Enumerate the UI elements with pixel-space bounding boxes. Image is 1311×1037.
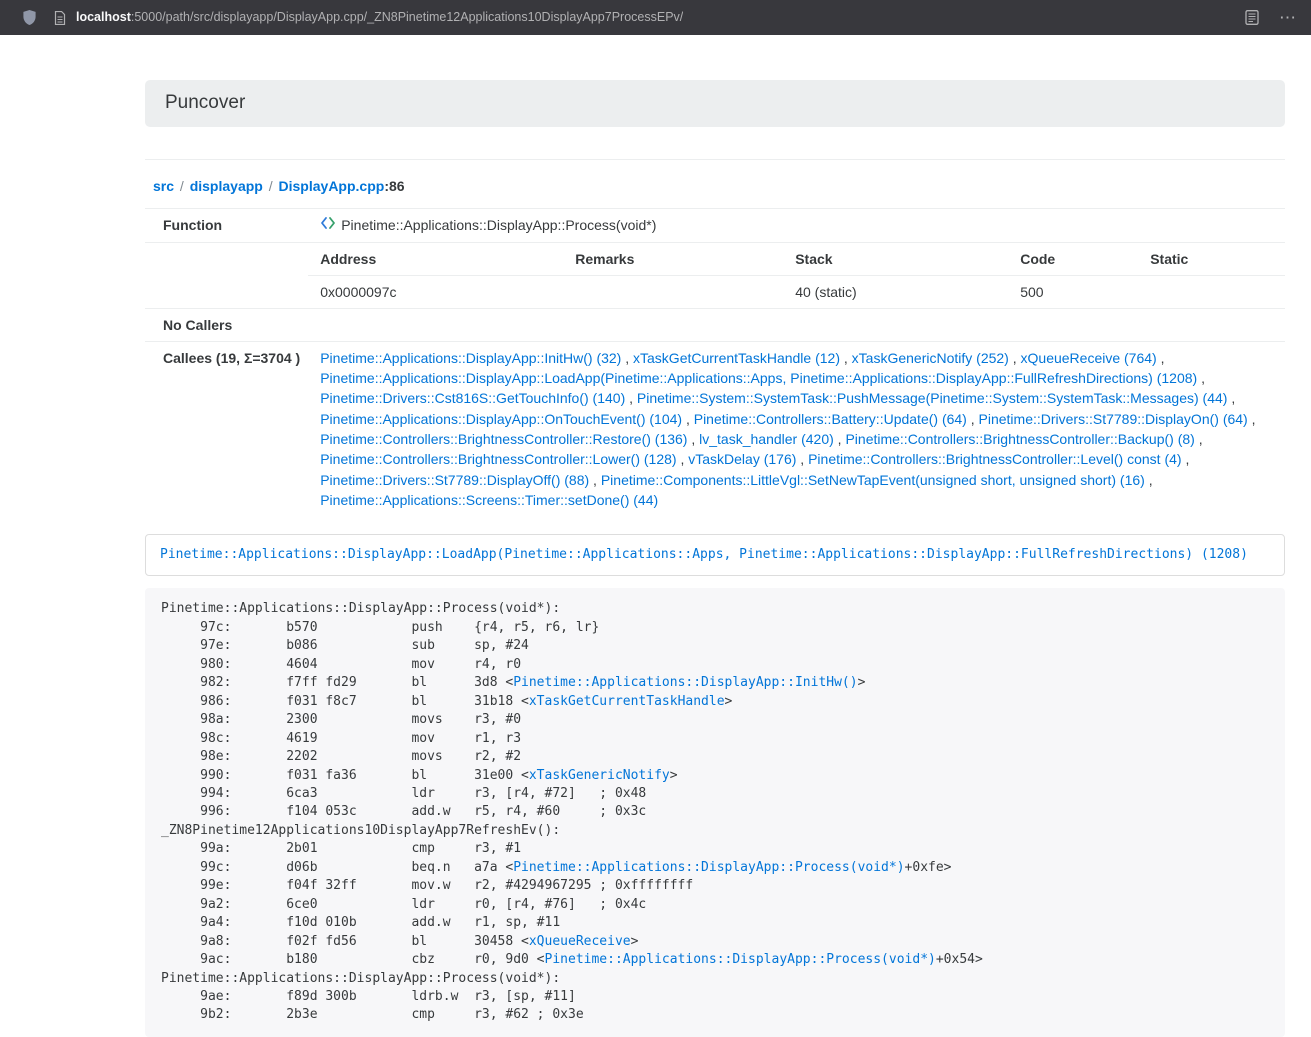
symbol-link[interactable]: xQueueReceive: [529, 934, 631, 949]
highlighted-symbol-panel: Pinetime::Applications::DisplayApp::Load…: [145, 534, 1285, 576]
breadcrumb-link[interactable]: src: [153, 178, 174, 194]
shield-icon[interactable]: [22, 9, 37, 26]
callee-link[interactable]: Pinetime::Controllers::BrightnessControl…: [320, 451, 676, 467]
callee-link[interactable]: Pinetime::Drivers::Cst816S::GetTouchInfo…: [320, 390, 625, 406]
callees-cell: Pinetime::Applications::DisplayApp::Init…: [308, 341, 1285, 516]
callee-separator: ,: [1009, 350, 1021, 366]
callee-link[interactable]: Pinetime::Components::LittleVgl::SetNewT…: [601, 472, 1145, 488]
callee-link[interactable]: vTaskDelay (176): [688, 451, 796, 467]
breadcrumb-link[interactable]: DisplayApp.cpp: [279, 178, 385, 194]
function-row: Function Pinetime::Applications::Display…: [145, 208, 1285, 242]
callee-link[interactable]: Pinetime::Controllers::BrightnessControl…: [808, 451, 1181, 467]
stats-value-row: 0x0000097c 40 (static)500: [308, 275, 1285, 308]
function-row-label: Function: [145, 208, 308, 242]
callee-link[interactable]: Pinetime::Controllers::Battery::Update()…: [694, 411, 967, 427]
callee-link[interactable]: Pinetime::System::SystemTask::PushMessag…: [637, 390, 1228, 406]
stats-cell: 500: [1008, 275, 1138, 308]
stats-column-header: Code: [1008, 243, 1138, 276]
breadcrumb-link[interactable]: displayapp: [190, 178, 263, 194]
callee-link[interactable]: Pinetime::Drivers::St7789::DisplayOn() (…: [979, 411, 1248, 427]
stats-cell: [563, 275, 783, 308]
breadcrumb-line-number: :86: [384, 178, 404, 194]
callee-separator: ,: [1227, 390, 1235, 406]
callee-link[interactable]: xTaskGenericNotify (252): [852, 350, 1009, 366]
callee-link[interactable]: Pinetime::Controllers::BrightnessControl…: [845, 431, 1194, 447]
browser-toolbar: localhost:5000/path/src/displayapp/Displ…: [0, 0, 1311, 35]
page-container: Puncover src / displayapp / DisplayApp.c…: [145, 80, 1285, 1037]
stats-table: AddressRemarksStackCodeStatic 0x0000097c…: [308, 243, 1285, 308]
symbol-link[interactable]: xTaskGetCurrentTaskHandle: [529, 694, 725, 709]
stats-cell: 0x0000097c: [308, 275, 563, 308]
callee-separator: ,: [1145, 472, 1153, 488]
symbol-link[interactable]: Pinetime::Applications::DisplayApp::Init…: [513, 675, 857, 690]
stats-row: AddressRemarksStackCodeStatic 0x0000097c…: [145, 242, 1285, 308]
callee-separator: ,: [625, 390, 637, 406]
callee-link[interactable]: Pinetime::Applications::DisplayApp::Load…: [320, 370, 1197, 386]
callee-link[interactable]: lv_task_handler (420): [699, 431, 834, 447]
no-callers-row: No Callers: [145, 308, 1285, 341]
stats-header-row: AddressRemarksStackCodeStatic: [308, 243, 1285, 276]
url-host: localhost: [76, 10, 131, 24]
function-table: Function Pinetime::Applications::Display…: [145, 208, 1285, 516]
callee-link[interactable]: Pinetime::Drivers::St7789::DisplayOff() …: [320, 472, 589, 488]
url-bar[interactable]: localhost:5000/path/src/displayapp/Displ…: [54, 9, 1225, 27]
callee-separator: ,: [840, 350, 852, 366]
stats-column-header: Stack: [783, 243, 1008, 276]
symbol-link[interactable]: Pinetime::Applications::DisplayApp::Proc…: [545, 952, 936, 967]
more-menu-icon[interactable]: ⋯: [1279, 9, 1297, 26]
reader-view-icon[interactable]: [1245, 10, 1259, 25]
page-title: Puncover: [165, 92, 1265, 115]
callees-row: Callees (19, Σ=3704 ) Pinetime::Applicat…: [145, 341, 1285, 516]
callee-separator: ,: [1248, 411, 1256, 427]
stats-column-header: Static: [1138, 243, 1285, 276]
url-text: localhost:5000/path/src/displayapp/Displ…: [76, 9, 683, 27]
brand-banner: Puncover: [145, 80, 1285, 127]
stats-column-header: Address: [308, 243, 563, 276]
symbol-link[interactable]: Pinetime::Applications::DisplayApp::Proc…: [513, 860, 904, 875]
callee-separator: ,: [1157, 350, 1165, 366]
callee-separator: ,: [796, 451, 808, 467]
callee-separator: ,: [1195, 431, 1203, 447]
function-name: Pinetime::Applications::DisplayApp::Proc…: [341, 215, 656, 235]
callee-link[interactable]: xQueueReceive (764): [1021, 350, 1157, 366]
symbol-link[interactable]: xTaskGenericNotify: [529, 768, 670, 783]
divider: [145, 159, 1285, 160]
highlighted-symbol-link[interactable]: Pinetime::Applications::DisplayApp::Load…: [160, 547, 1248, 562]
breadcrumb-separator: /: [174, 178, 190, 194]
stats-column-header: Remarks: [563, 243, 783, 276]
url-path: :5000/path/src/displayapp/DisplayApp.cpp…: [131, 10, 683, 24]
stats-cell: [1138, 275, 1285, 308]
callees-label: Callees (19, Σ=3704 ): [145, 341, 308, 516]
page-icon: [54, 11, 66, 25]
callee-link[interactable]: Pinetime::Applications::DisplayApp::OnTo…: [320, 411, 682, 427]
stats-cell: 40 (static): [783, 275, 1008, 308]
callee-link[interactable]: xTaskGetCurrentTaskHandle (12): [633, 350, 840, 366]
breadcrumb-separator: /: [263, 178, 279, 194]
callee-link[interactable]: Pinetime::Applications::DisplayApp::Init…: [320, 350, 621, 366]
function-symbol-icon: [320, 215, 336, 236]
callee-separator: ,: [834, 431, 846, 447]
callee-separator: ,: [589, 472, 601, 488]
disassembly: Pinetime::Applications::DisplayApp::Proc…: [145, 588, 1285, 1036]
breadcrumb: src / displayapp / DisplayApp.cpp:86: [153, 176, 1285, 196]
callee-separator: ,: [621, 350, 633, 366]
callee-separator: ,: [1197, 370, 1205, 386]
callee-link[interactable]: Pinetime::Controllers::BrightnessControl…: [320, 431, 687, 447]
no-callers-label: No Callers: [145, 308, 308, 341]
callee-separator: ,: [677, 451, 689, 467]
callee-separator: ,: [682, 411, 694, 427]
callee-separator: ,: [1182, 451, 1190, 467]
callee-separator: ,: [687, 431, 699, 447]
callee-link[interactable]: Pinetime::Applications::Screens::Timer::…: [320, 492, 658, 508]
callee-separator: ,: [967, 411, 979, 427]
